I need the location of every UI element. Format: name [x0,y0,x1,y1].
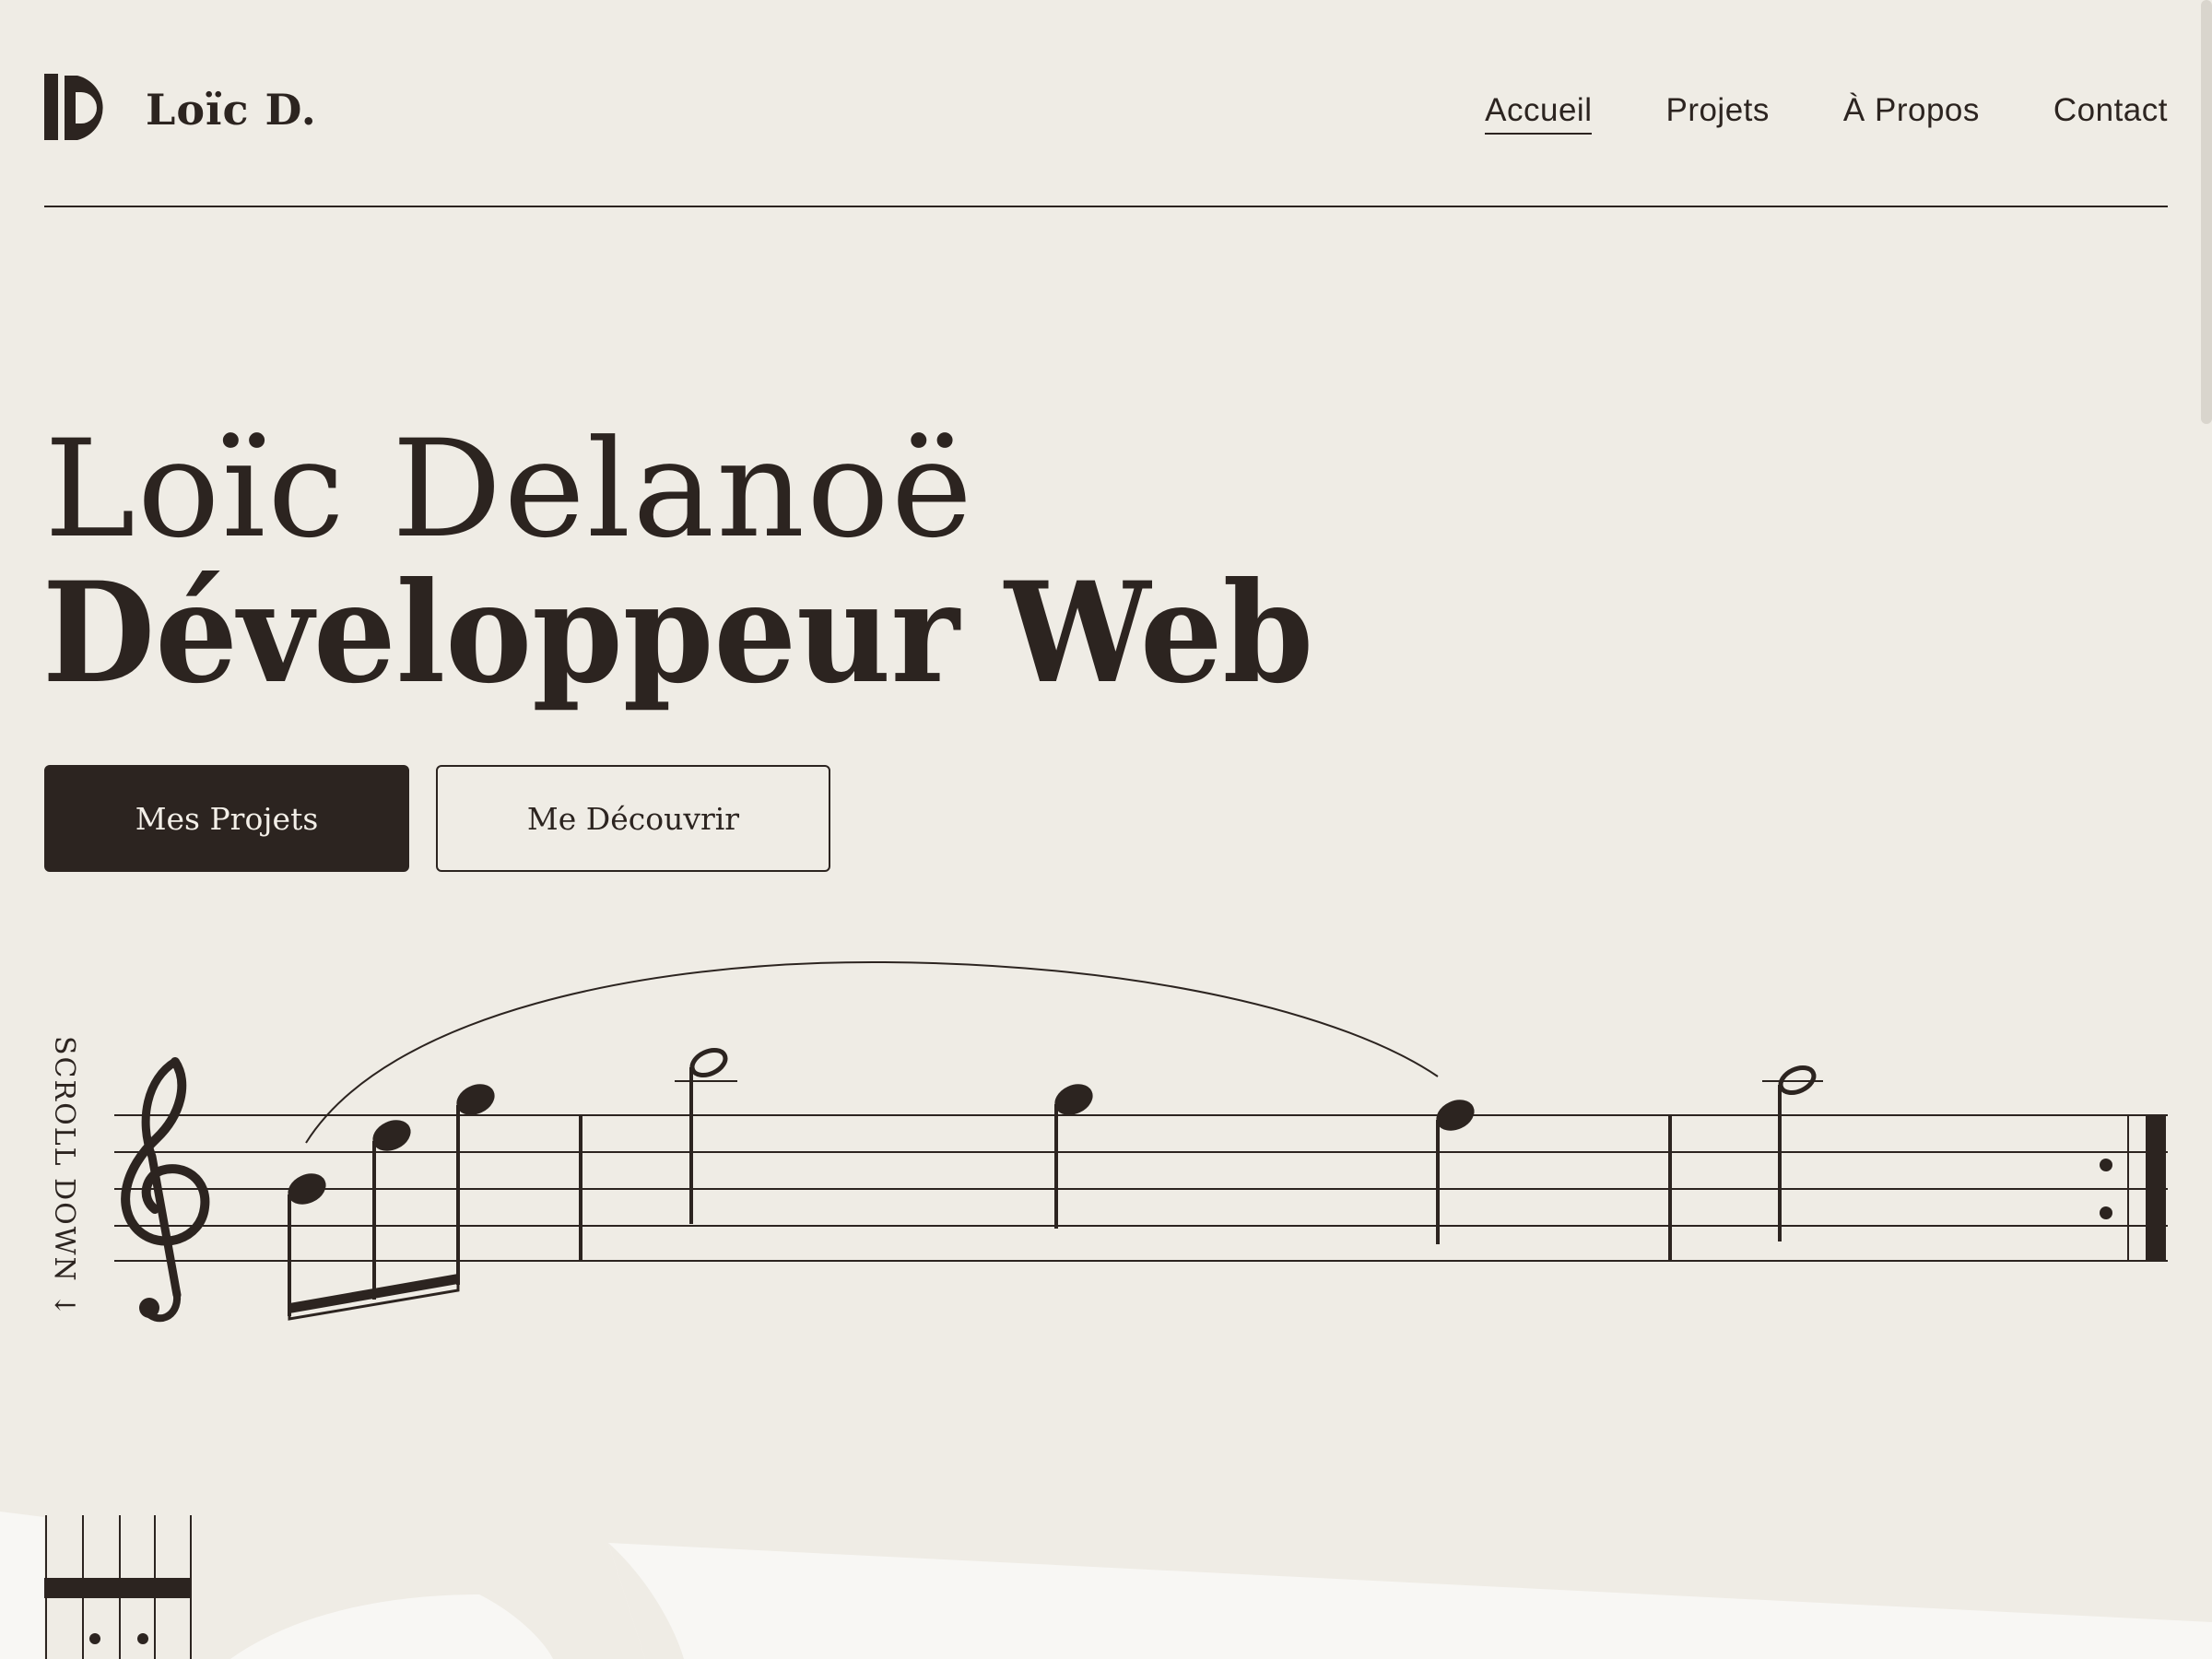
my-projects-button[interactable]: Mes Projets [44,765,409,872]
quarter-note [1054,1084,1093,1229]
half-note [675,1047,737,1224]
page-scrollbar[interactable] [2201,0,2212,424]
hero-name: Loïc Delanoë [44,411,975,568]
nav-item-accueil[interactable]: Accueil [1485,88,1593,135]
staff-lines [114,1114,2168,1262]
main-nav: Accueil Projets À Propos Contact [1485,88,2168,135]
hero-role: Développeur Web [42,552,1314,714]
discover-me-button[interactable]: Me Découvrir [436,765,830,872]
site-header: Loïc D. Accueil Projets À Propos Contact [44,0,2168,207]
chord-dot [89,1633,100,1644]
nav-item-contact[interactable]: Contact [2053,88,2168,135]
brand-name[interactable]: Loïc D. [146,85,317,135]
chord-grid-nut [44,1578,192,1598]
bottom-decoration [0,1512,2212,1659]
chord-dot [137,1633,148,1644]
ld-monogram-icon[interactable] [44,72,114,142]
treble-clef-icon [121,1057,210,1323]
quarter-note [1436,1100,1475,1244]
nav-item-a-propos[interactable]: À Propos [1843,88,1980,135]
treble-clef-dot [139,1298,159,1318]
music-staff-illustration [114,960,2168,1323]
nav-item-projets[interactable]: Projets [1665,88,1769,135]
